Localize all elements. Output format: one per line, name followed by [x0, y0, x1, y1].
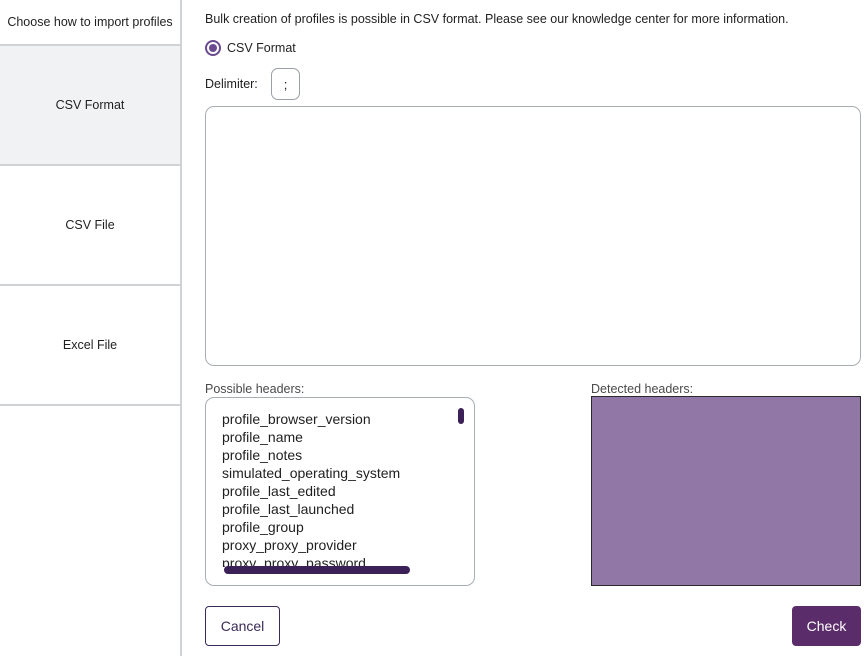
info-text: Bulk creation of profiles is possible in…: [205, 12, 789, 26]
header-item[interactable]: profile_browser_version: [222, 410, 454, 428]
check-button[interactable]: Check: [792, 606, 861, 646]
import-method-sidebar: Choose how to import profiles CSV Format…: [0, 0, 182, 656]
detected-headers-label: Detected headers:: [591, 382, 694, 396]
header-item[interactable]: profile_last_edited: [222, 482, 454, 500]
sidebar-item-csv-file[interactable]: CSV File: [0, 166, 180, 286]
possible-headers-list-box[interactable]: profile_browser_version profile_name pro…: [205, 397, 475, 586]
csv-format-radio-label: CSV Format: [227, 41, 296, 55]
csv-text-area[interactable]: [205, 106, 861, 366]
header-item[interactable]: simulated_operating_system: [222, 464, 454, 482]
delimiter-label: Delimiter:: [205, 77, 258, 91]
header-item[interactable]: profile_group: [222, 518, 454, 536]
header-item[interactable]: profile_name: [222, 428, 454, 446]
cancel-button[interactable]: Cancel: [205, 606, 280, 646]
possible-headers-list[interactable]: profile_browser_version profile_name pro…: [222, 410, 454, 567]
csv-format-radio[interactable]: [205, 40, 221, 56]
sidebar-title: Choose how to import profiles: [0, 0, 180, 46]
import-panel: Bulk creation of profiles is possible in…: [205, 0, 865, 656]
header-item[interactable]: profile_last_launched: [222, 500, 454, 518]
horizontal-scrollbar-thumb[interactable]: [224, 566, 410, 574]
possible-headers-label: Possible headers:: [205, 382, 305, 396]
csv-format-radio-option[interactable]: CSV Format: [205, 40, 296, 56]
sidebar-item-csv-format[interactable]: CSV Format: [0, 46, 180, 166]
detected-headers-drop-area[interactable]: [591, 396, 861, 586]
header-item[interactable]: profile_notes: [222, 446, 454, 464]
sidebar-item-excel-file[interactable]: Excel File: [0, 286, 180, 406]
radio-selected-dot: [209, 44, 217, 52]
vertical-scrollbar-thumb[interactable]: [458, 408, 464, 424]
header-item[interactable]: proxy_proxy_provider: [222, 536, 454, 554]
delimiter-input[interactable]: [271, 68, 300, 100]
